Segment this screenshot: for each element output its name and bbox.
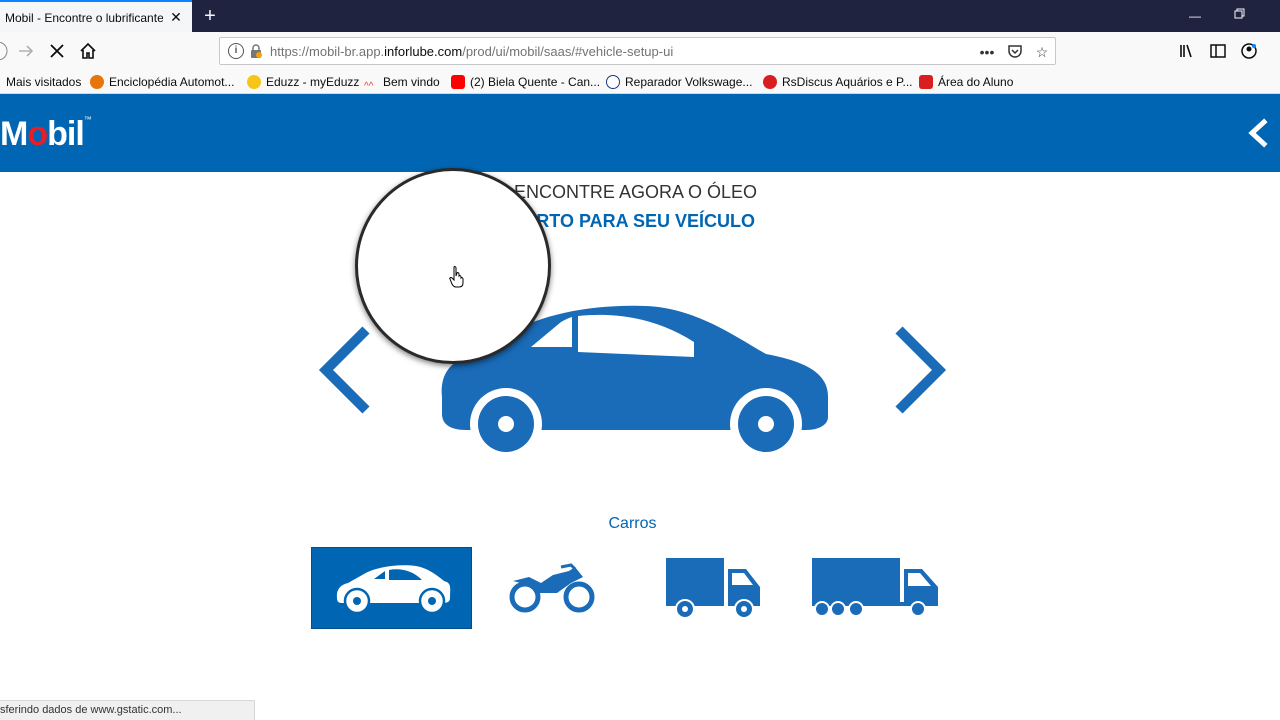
browser-tab[interactable]: Mobil - Encontre o lubrificante ✕ [0, 0, 192, 32]
nav-bar: i https://mobil-br.app.inforlube.com/pro… [0, 32, 1280, 70]
stop-loading-icon[interactable] [47, 41, 67, 61]
hand-cursor-icon [449, 266, 465, 288]
account-icon[interactable] [1239, 41, 1259, 61]
minimize-icon[interactable]: — [1187, 8, 1203, 24]
info-icon[interactable]: i [228, 43, 244, 59]
site-header: Mobil™ [0, 94, 1280, 172]
close-tab-icon[interactable]: ✕ [168, 9, 184, 25]
bookmark-item[interactable]: Área do Aluno [919, 74, 1013, 90]
lock-warning-icon[interactable] [250, 44, 262, 58]
orange-circle-icon [90, 75, 104, 89]
red-grid-icon [919, 75, 933, 89]
category-label: Carros [608, 515, 657, 532]
library-icon[interactable] [1177, 41, 1197, 61]
page-actions-icon[interactable]: ••• [978, 43, 996, 61]
motorcycle-icon [509, 563, 595, 613]
url-bar[interactable]: i https://mobil-br.app.inforlube.com/pro… [219, 37, 1056, 65]
youtube-icon [451, 75, 465, 89]
red-fish-icon [763, 75, 777, 89]
bookmarks-bar: Mais visitados Enciclopédia Automot... E… [0, 70, 1280, 94]
carousel-prev-arrow-icon[interactable] [316, 324, 372, 416]
van-truck-icon [666, 558, 760, 619]
vehicle-type-van-button[interactable] [632, 547, 793, 629]
bookmark-item[interactable]: Reparador Volkswage... [606, 74, 752, 90]
red-wave-icon: ^^ [364, 81, 374, 92]
tab-title: Mobil - Encontre o lubrificante [5, 11, 163, 25]
bookmark-star-icon[interactable]: ☆ [1033, 43, 1051, 61]
bookmark-item[interactable]: (2) Biela Quente - Can... [451, 74, 600, 90]
sidebar-icon[interactable] [1208, 41, 1228, 61]
car-icon [336, 565, 451, 615]
pocket-icon[interactable] [1006, 43, 1024, 61]
back-icon[interactable] [0, 41, 12, 61]
vehicle-type-large-truck-button[interactable] [792, 547, 953, 629]
home-icon[interactable] [78, 41, 98, 61]
forward-icon[interactable] [16, 41, 36, 61]
mobil-logo[interactable]: Mobil™ [0, 115, 92, 154]
bookmark-item[interactable]: RsDiscus Aquários e P... [763, 74, 913, 90]
restore-window-icon[interactable] [1232, 8, 1248, 24]
tab-strip: Mobil - Encontre o lubrificante ✕ + — [0, 0, 1280, 32]
chevron-left-icon[interactable] [1244, 118, 1272, 148]
bookmark-item[interactable]: Mais visitados [6, 74, 81, 90]
bookmark-item[interactable]: Enciclopédia Automot... [90, 74, 234, 90]
large-truck-icon [812, 558, 938, 617]
status-bar: sferindo dados de www.gstatic.com... [0, 700, 255, 720]
new-tab-icon[interactable]: + [200, 6, 220, 26]
yellow-e-icon [247, 75, 261, 89]
url-text: https://mobil-br.app.inforlube.com/prod/… [270, 44, 674, 59]
vehicle-type-car-button[interactable] [311, 547, 472, 629]
vehicle-type-motorcycle-button[interactable] [471, 547, 632, 629]
bookmark-item[interactable]: Eduzz - myEduzz [247, 74, 359, 90]
bookmark-item[interactable]: ^^ Bem vindo [364, 74, 440, 92]
carousel-next-arrow-icon[interactable] [893, 324, 949, 416]
vw-logo-icon [606, 75, 620, 89]
